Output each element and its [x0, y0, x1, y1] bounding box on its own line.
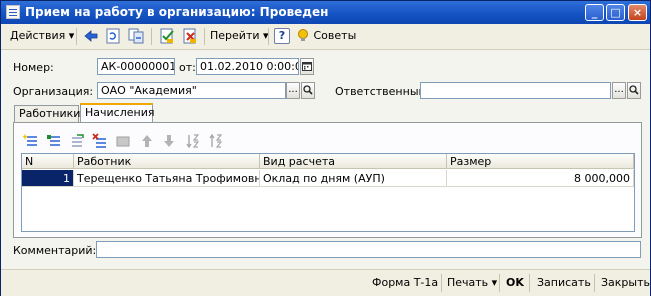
post-document-icon[interactable]	[158, 27, 176, 45]
footer-separator	[441, 274, 442, 292]
tab-accruals[interactable]: Начисления	[80, 103, 154, 123]
toolbar-separator	[204, 28, 205, 45]
number-field[interactable]: АК-00000001	[97, 58, 175, 75]
toolbar-separator	[76, 28, 77, 45]
print-menu-label: Печать	[447, 276, 489, 289]
table-cell-amount[interactable]: 8 000,000	[447, 170, 634, 187]
tips-button[interactable]: Советы	[296, 27, 356, 45]
close-button[interactable]: Закрыть	[601, 274, 650, 292]
help-button[interactable]: ?	[274, 28, 290, 44]
tips-lightbulb-icon	[298, 29, 308, 41]
document-icon	[6, 5, 20, 19]
sort-descending-icon[interactable]	[208, 133, 224, 149]
goto-menu[interactable]: Перейти ▾	[210, 27, 269, 45]
ok-button[interactable]: OK	[506, 274, 524, 292]
copy-row-icon[interactable]	[46, 133, 62, 149]
chevron-down-icon: ▾	[68, 29, 75, 42]
organization-search-button[interactable]	[301, 82, 315, 99]
refresh-document-icon[interactable]	[104, 27, 122, 45]
responsible-select-button[interactable]: ...	[612, 82, 626, 99]
number-label: Номер:	[13, 61, 54, 74]
organization-select-button[interactable]: ...	[286, 82, 300, 99]
column-header-employee[interactable]: Работник	[74, 154, 260, 169]
add-row-icon[interactable]	[23, 133, 39, 149]
end-edit-icon	[116, 136, 130, 147]
goto-menu-label: Перейти	[210, 29, 260, 42]
copy-document-icon[interactable]	[127, 27, 145, 45]
comment-label: Комментарий:	[13, 244, 97, 257]
chevron-down-icon: ▾	[491, 276, 498, 289]
footer-separator	[529, 274, 530, 292]
column-header-n[interactable]: N	[22, 154, 74, 169]
table-cell-employee[interactable]: Терещенко Татьяна Трофимовна	[74, 170, 260, 187]
actions-menu-label: Действия	[10, 29, 66, 42]
sort-ascending-icon[interactable]	[185, 133, 201, 149]
maximize-button[interactable]: □	[606, 4, 625, 21]
tab-employees[interactable]: Работники	[14, 105, 80, 123]
arrow-left-icon[interactable]	[82, 27, 100, 45]
print-menu[interactable]: Печать ▾	[447, 274, 497, 292]
unpost-document-icon[interactable]	[181, 27, 199, 45]
edit-row-icon[interactable]	[69, 133, 85, 149]
document-window: Прием на работу в организацию: Проведен …	[0, 0, 651, 296]
minimize-button[interactable]: _	[585, 4, 604, 21]
footer-separator	[594, 274, 595, 292]
table-cell-n[interactable]: 1	[22, 170, 74, 187]
column-header-calc-type[interactable]: Вид расчета	[260, 154, 447, 169]
calendar-icon	[302, 62, 312, 71]
responsible-search-button[interactable]	[627, 82, 641, 99]
calendar-button[interactable]	[300, 58, 314, 75]
toolbar-separator	[151, 28, 152, 45]
date-field[interactable]: 01.02.2010 0:00:00	[196, 58, 299, 75]
search-icon	[629, 85, 639, 95]
save-button[interactable]: Записать	[537, 274, 591, 292]
window-title: Прием на работу в организацию: Проведен	[25, 5, 329, 19]
move-up-icon[interactable]	[139, 133, 155, 149]
close-window-button[interactable]: ×	[628, 4, 647, 21]
actions-menu[interactable]: Действия ▾	[10, 27, 74, 45]
date-label: от:	[179, 61, 196, 74]
responsible-label: Ответственный:	[335, 85, 430, 98]
toolbar: Действия ▾ Перейти ▾ ? Советы	[1, 24, 650, 50]
move-down-icon[interactable]	[161, 133, 177, 149]
footer-separator	[499, 274, 500, 292]
table-cell-calc-type[interactable]: Оклад по дням (АУП)	[260, 170, 447, 187]
column-header-amount[interactable]: Размер	[447, 154, 634, 169]
organization-field[interactable]: ОАО "Академия"	[97, 82, 286, 99]
search-icon	[303, 85, 313, 95]
accruals-table: N Работник Вид расчета Размер 1 Терещенк…	[21, 153, 635, 232]
responsible-field[interactable]	[420, 82, 611, 99]
organization-label: Организация:	[13, 85, 94, 98]
footer-bar: Форма Т-1а Печать ▾ OK Записать Закрыть	[1, 269, 650, 296]
delete-row-icon[interactable]	[92, 133, 108, 149]
comment-field[interactable]	[96, 241, 641, 258]
tips-label: Советы	[313, 29, 357, 42]
form-t1a-button[interactable]: Форма Т-1а	[372, 274, 438, 292]
toolbar-separator	[268, 28, 269, 45]
title-bar[interactable]: Прием на работу в организацию: Проведен …	[1, 1, 650, 24]
